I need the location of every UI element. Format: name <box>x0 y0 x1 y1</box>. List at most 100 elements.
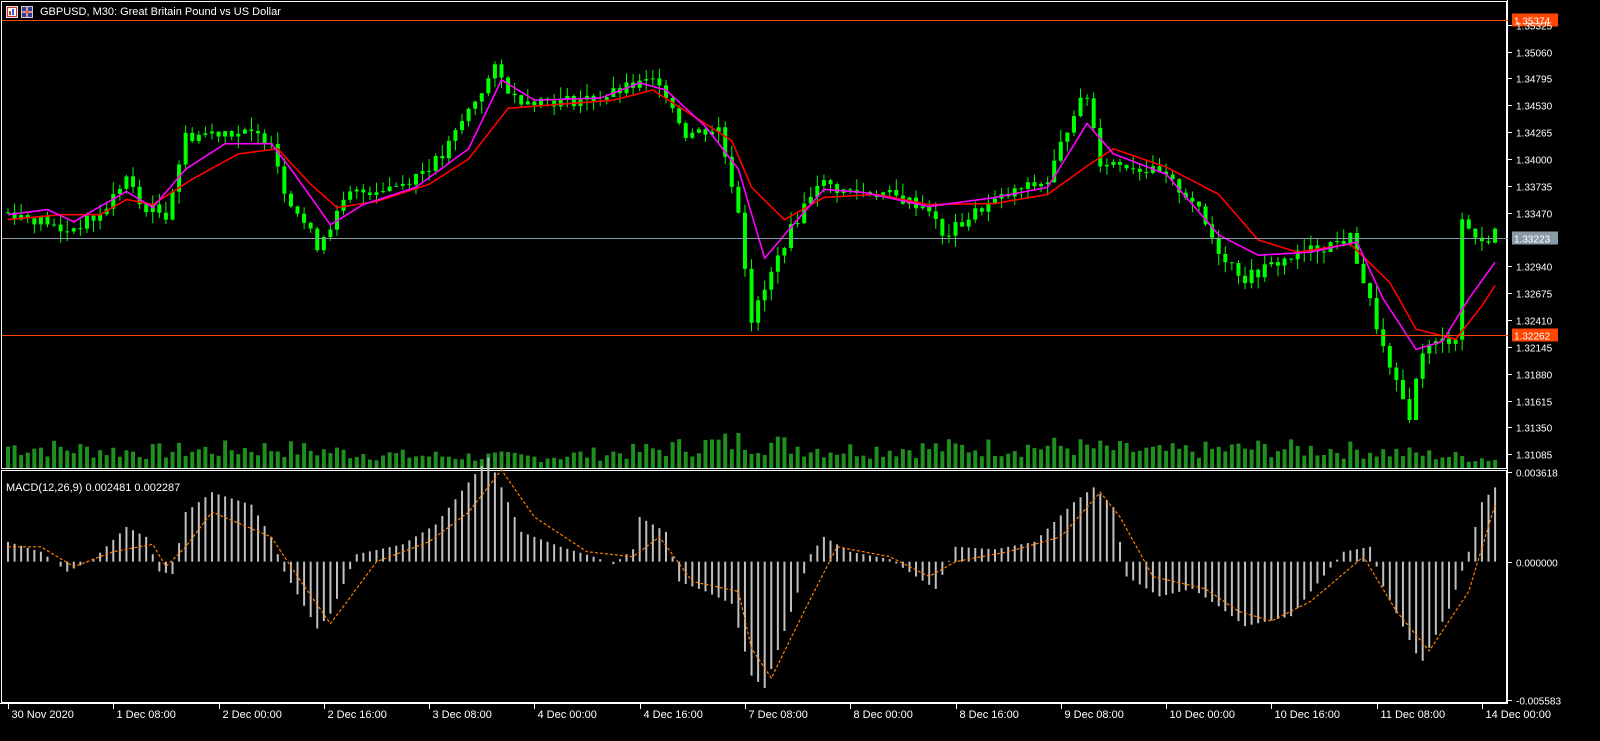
candle-body <box>1025 182 1030 189</box>
volume-bar <box>387 452 392 468</box>
volume-bar <box>1045 445 1050 468</box>
time-tick-label: 11 Dec 08:00 <box>1381 709 1446 721</box>
volume-bar <box>1335 453 1340 468</box>
time-tick-label: 8 Dec 16:00 <box>960 709 1019 721</box>
candle-body <box>1486 241 1491 243</box>
candle-body <box>1256 269 1261 278</box>
volume-bar <box>45 456 50 468</box>
candle-body <box>933 211 938 220</box>
volume-bar <box>65 450 70 468</box>
volume-bar <box>1196 457 1201 468</box>
candle-body <box>1289 258 1294 260</box>
time-tick-label: 4 Dec 16:00 <box>644 709 703 721</box>
volume-bar <box>170 451 175 468</box>
chart-canvas[interactable]: 1.353741.332231.32262 1.353251.350601.34… <box>0 0 1600 741</box>
volume-bar <box>795 446 800 468</box>
volume-bar <box>499 451 504 468</box>
candle-body <box>835 184 840 193</box>
volume-bar <box>6 446 10 468</box>
volume-bar <box>973 450 978 468</box>
volume-bar <box>729 449 734 468</box>
volume-bar <box>288 441 293 468</box>
volume-bar <box>1012 451 1017 468</box>
volume-bar <box>269 451 274 468</box>
candle-body <box>381 191 386 193</box>
price-tick-label: 1.34265 <box>1516 129 1553 140</box>
volume-bar <box>841 453 846 468</box>
candle-body <box>756 300 761 323</box>
volume-bar <box>920 443 925 468</box>
volume-bar <box>999 456 1004 468</box>
candle-body <box>1144 171 1149 173</box>
volume-bar <box>473 460 478 468</box>
volume-bar <box>1427 450 1432 468</box>
candle-body <box>499 64 504 78</box>
candle-body <box>58 224 63 232</box>
volume-bar <box>19 455 24 468</box>
candle-body <box>1473 228 1478 238</box>
candle-body <box>183 132 188 165</box>
volume-bar <box>427 456 432 468</box>
price-tick-label: 1.32675 <box>1516 290 1553 301</box>
candle-body <box>519 95 524 105</box>
volume-bar <box>1091 448 1096 468</box>
volume-bar <box>1262 443 1267 468</box>
chart-window[interactable]: GBPUSD, M30: Great Britain Pound vs US D… <box>0 0 1600 741</box>
volume-bar <box>354 457 359 468</box>
candle-body <box>782 248 787 256</box>
volume-bar <box>196 449 201 468</box>
volume-bar <box>1341 458 1346 468</box>
volume-bar <box>979 456 984 468</box>
volume-bar <box>525 455 530 468</box>
volume-bar <box>677 439 682 468</box>
candle-body <box>1400 379 1405 400</box>
candle-body <box>196 134 201 142</box>
volume-bar <box>492 452 497 468</box>
volume-bar <box>1460 456 1465 468</box>
candle-body <box>256 131 261 134</box>
candle-body <box>367 192 372 195</box>
volume-bar <box>657 449 662 468</box>
volume-bar <box>32 448 37 468</box>
volume-bar <box>216 455 221 468</box>
candle-body <box>1335 241 1340 243</box>
candle-body <box>361 189 366 193</box>
candle-body <box>1387 346 1392 368</box>
candle-body <box>440 156 445 159</box>
time-tick-label: 9 Dec 08:00 <box>1065 709 1124 721</box>
price-tick-label: 1.31880 <box>1516 371 1553 382</box>
time-tick-label: 10 Dec 00:00 <box>1170 709 1235 721</box>
candle-body <box>209 131 214 134</box>
volume-bar <box>98 450 103 468</box>
candle-body <box>420 170 425 174</box>
candle-body <box>1275 262 1280 266</box>
time-tick-label: 4 Dec 00:00 <box>538 709 597 721</box>
candle-body <box>1137 168 1142 172</box>
volume-bar <box>506 452 511 468</box>
price-tick-label: 1.31350 <box>1516 424 1553 435</box>
candle-body <box>341 199 346 211</box>
volume-bar <box>1256 440 1261 468</box>
candle-body <box>1111 161 1116 165</box>
volume-bar <box>315 455 320 468</box>
volume-bar <box>1466 461 1471 468</box>
volume-bar <box>690 456 695 468</box>
volume-bar <box>861 455 866 468</box>
candle-body <box>124 176 129 189</box>
volume-bar <box>1039 449 1044 468</box>
candle-body <box>91 215 96 221</box>
volume-bar <box>104 455 109 468</box>
volume-bar <box>1447 456 1452 468</box>
candle-body <box>400 183 405 186</box>
candle-body <box>1374 298 1379 330</box>
candle-body <box>1453 339 1458 344</box>
volume-bar <box>789 453 794 468</box>
volume-bar <box>262 443 267 468</box>
time-tick-label: 14 Dec 00:00 <box>1486 709 1551 721</box>
volume-bar <box>1236 443 1241 468</box>
candle-body <box>466 108 471 122</box>
volume-bar <box>249 452 254 468</box>
volume-bar <box>927 449 932 468</box>
price-pane-border <box>1 1 1507 469</box>
volume-bar <box>341 449 346 468</box>
